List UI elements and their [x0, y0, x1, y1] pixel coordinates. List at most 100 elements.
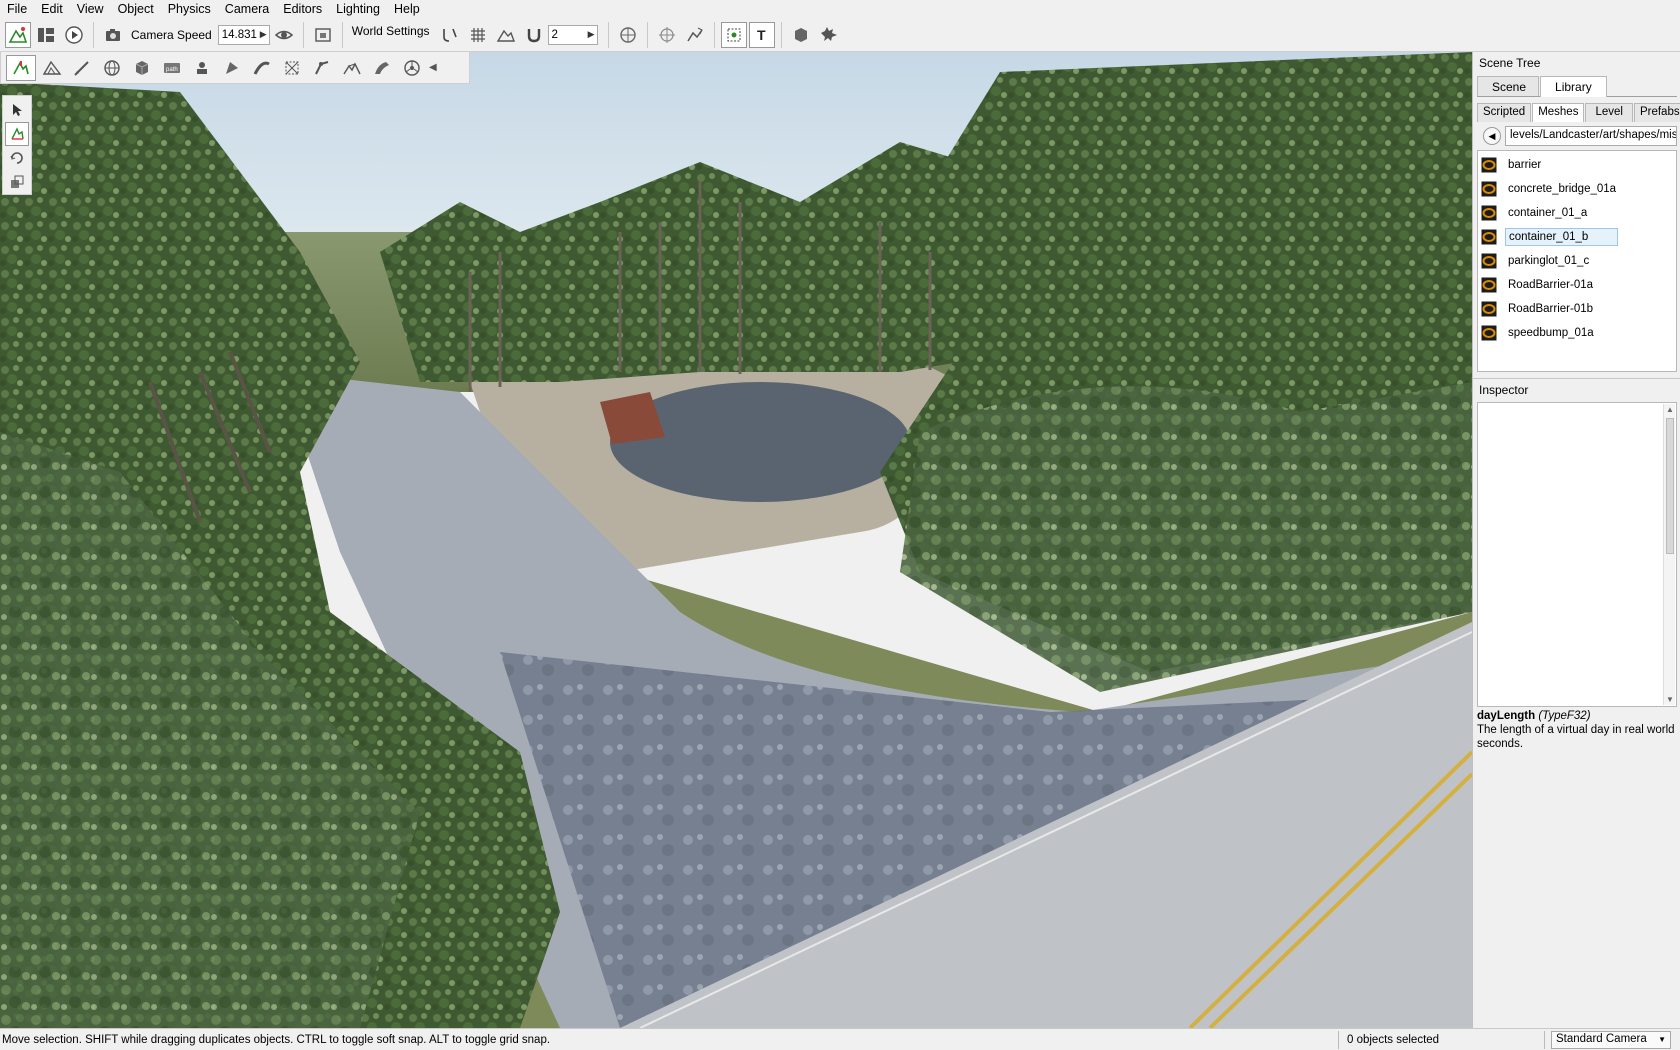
menu-editors[interactable]: Editors [276, 0, 329, 18]
inspector-scrollbar[interactable]: ▲ ▼ [1663, 404, 1675, 705]
snap-soft-button[interactable] [436, 22, 464, 48]
menu-physics[interactable]: Physics [161, 0, 218, 18]
drop-at-button[interactable] [681, 22, 709, 48]
menu-object[interactable]: Object [111, 0, 161, 18]
screenshot-icon [315, 27, 331, 42]
particle-editor-button[interactable] [397, 55, 427, 81]
grid-snap-button[interactable] [464, 22, 492, 48]
object-editor-icon [13, 60, 29, 74]
path-editor-button[interactable]: path [157, 55, 187, 81]
status-separator [1544, 1030, 1545, 1049]
menu-bar: File Edit View Object Physics Camera Edi… [0, 0, 1680, 18]
inspector-fields[interactable]: ▲ ▼ [1477, 402, 1677, 707]
material-editor-button[interactable] [97, 55, 127, 81]
grid-size-input[interactable]: 2 ▶ [547, 24, 598, 45]
screenshot-button[interactable] [309, 22, 337, 48]
snap-soft-icon [442, 28, 457, 42]
camera-speed-value: 14.831 [221, 28, 257, 41]
rotate-tool-button[interactable] [5, 146, 29, 170]
list-item[interactable]: RoadBarrier-01b [1478, 297, 1676, 321]
scene-viewport[interactable] [0, 52, 1472, 1028]
status-message: Move selection. SHIFT while dragging dup… [2, 1033, 551, 1046]
scene-tree-tabs: Scene Library [1477, 76, 1677, 97]
list-item[interactable]: parkinglot_01_c [1478, 249, 1676, 273]
list-item-selected[interactable]: container_01_b [1478, 225, 1676, 249]
list-item[interactable]: speedbump_01a [1478, 321, 1676, 345]
menu-help[interactable]: Help [387, 0, 427, 18]
show-text-button[interactable]: T [748, 21, 775, 48]
visibility-button[interactable] [270, 22, 298, 48]
navmesh-editor-button[interactable] [337, 55, 367, 81]
scroll-up-icon[interactable]: ▲ [1666, 405, 1674, 414]
rotate-icon [10, 152, 23, 164]
layout-button[interactable] [32, 22, 60, 48]
move-tool-button[interactable] [5, 122, 29, 146]
scene-render[interactable] [0, 52, 1472, 1028]
tab-level[interactable]: Level [1585, 103, 1633, 122]
object-center-button[interactable] [614, 22, 642, 48]
tab-prefabs[interactable]: Prefabs [1633, 103, 1680, 122]
camera-icon [106, 28, 120, 41]
drop-at-icon [686, 27, 703, 41]
terrain-painter-button[interactable] [67, 55, 97, 81]
world-transform-button[interactable] [653, 22, 681, 48]
tab-library[interactable]: Library [1540, 76, 1607, 97]
play-button[interactable] [60, 22, 88, 48]
world-editor-icon [8, 26, 28, 43]
select-objects-button[interactable] [720, 21, 747, 48]
road-editor-button[interactable] [187, 55, 217, 81]
brush-icon [74, 60, 89, 76]
toolbar-separator [713, 21, 715, 48]
camera-speed-input[interactable]: 14.831 ▶ [217, 24, 270, 45]
menu-lighting[interactable]: Lighting [329, 0, 387, 18]
mesh-icon [1481, 325, 1497, 341]
back-arrow-icon[interactable]: ◀ [1483, 127, 1501, 145]
mesh-label: speedbump_01a [1508, 327, 1594, 339]
tab-scripted[interactable]: Scripted [1477, 103, 1532, 122]
list-item[interactable]: barrier [1478, 153, 1676, 177]
menu-edit[interactable]: Edit [34, 0, 70, 18]
inspector-title: Inspector [1473, 378, 1680, 398]
world-editor-button[interactable] [5, 21, 31, 48]
scroll-thumb[interactable] [1666, 418, 1674, 554]
list-item[interactable]: container_01_a [1478, 201, 1676, 225]
forest-editor-button[interactable] [277, 55, 307, 81]
river-editor-button[interactable] [307, 55, 337, 81]
collapse-toolbar-icon[interactable]: ◀ [429, 62, 437, 73]
decal-editor-button[interactable] [217, 55, 247, 81]
list-item[interactable]: concrete_bridge_01a [1478, 177, 1676, 201]
prefab-button[interactable] [787, 22, 815, 48]
tab-meshes[interactable]: Meshes [1532, 103, 1585, 122]
menu-view[interactable]: View [70, 0, 111, 18]
select-arrow-button[interactable] [5, 98, 29, 122]
camera-mode-select[interactable]: Standard Camera ▼ [1551, 1030, 1671, 1049]
spin-right-icon[interactable]: ▶ [588, 29, 595, 40]
menu-camera[interactable]: Camera [218, 0, 276, 18]
list-item[interactable]: RoadBarrier-01a [1478, 273, 1676, 297]
transform-palette [2, 95, 32, 195]
magnet-button[interactable] [520, 22, 548, 48]
camera-button[interactable] [99, 22, 127, 48]
menu-file[interactable]: File [0, 0, 34, 18]
mesh-label: parkinglot_01_c [1508, 255, 1590, 267]
world-settings-button[interactable]: World Settings [352, 24, 430, 38]
svg-text:T: T [757, 27, 766, 43]
doc-field-type: (TypeF32) [1538, 710, 1591, 722]
shape-editor-button[interactable] [367, 55, 397, 81]
scale-tool-button[interactable] [5, 170, 29, 194]
explode-prefab-button[interactable] [815, 22, 843, 48]
mesh-road-editor-button[interactable] [247, 55, 277, 81]
object-editor-button[interactable] [6, 54, 36, 81]
object-center-icon [619, 26, 636, 43]
spin-right-icon[interactable]: ▶ [260, 29, 267, 40]
mesh-label: barrier [1508, 159, 1542, 171]
toolbar-separator [341, 21, 343, 48]
terrain-editor-button[interactable] [37, 55, 67, 81]
tab-scene[interactable]: Scene [1477, 76, 1540, 96]
sketch-tool-button[interactable] [127, 55, 157, 81]
mesh-icon [1481, 205, 1497, 221]
terrain-snap-button[interactable] [492, 22, 520, 48]
road-icon [197, 61, 207, 74]
library-path-input[interactable]: levels/Landcaster/art/shapes/misc [1505, 126, 1677, 146]
scroll-down-icon[interactable]: ▼ [1666, 695, 1674, 704]
